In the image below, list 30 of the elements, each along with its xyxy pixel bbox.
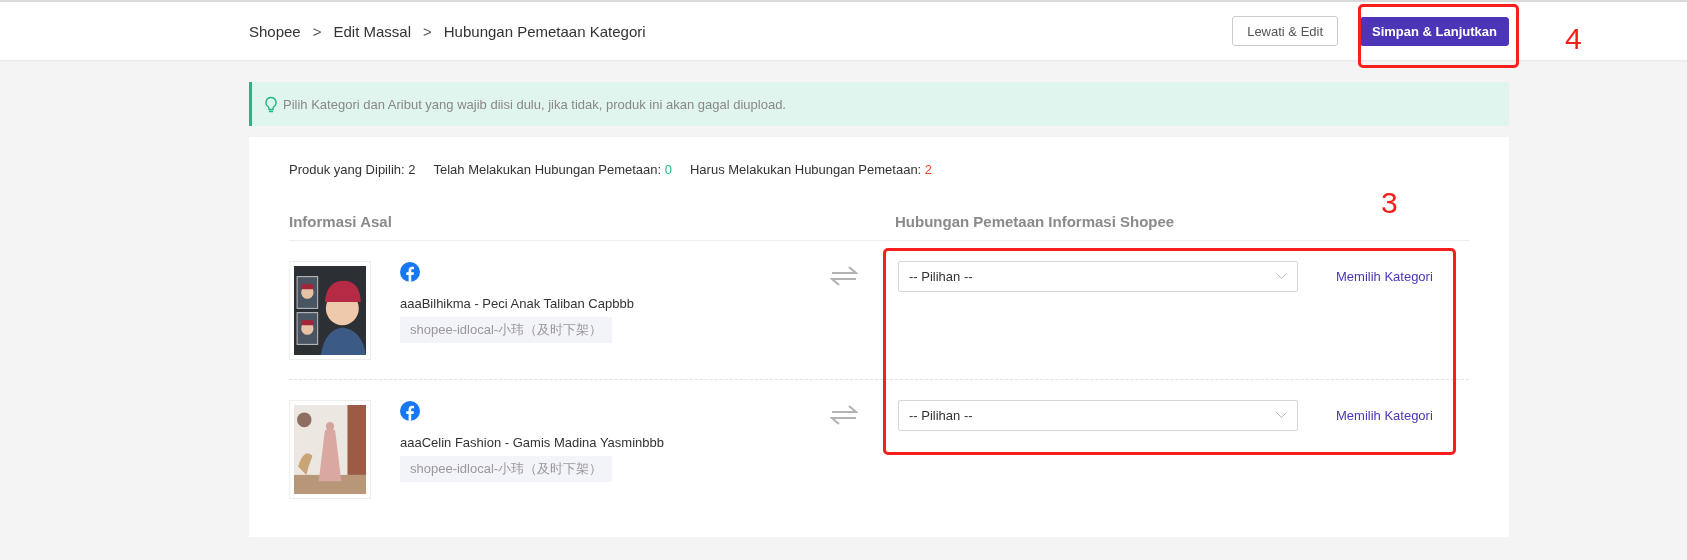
stat-text: Telah Melakukan Hubungan Pemetaan: 0 (433, 161, 672, 177)
store-tag: shopee-idlocal-小玮（及时下架） (400, 317, 613, 343)
swap-arrows-icon (830, 404, 858, 426)
lightbulb-icon (264, 95, 278, 113)
product-title: aaaBilhikma - Peci Anak Taliban Capbbb (400, 296, 635, 311)
breadcrumb-separator: > (312, 22, 322, 40)
select-category-link[interactable]: Memilih Kategori (1336, 269, 1433, 284)
skip-edit-button[interactable]: Lewati & Edit (1232, 16, 1339, 46)
store-tag: shopee-idlocal-小玮（及时下架） (400, 456, 613, 482)
product-title: aaaCelin Fashion - Gamis Madina Yasminbbb (400, 435, 665, 450)
category-select[interactable]: -- Pilihan -- (898, 261, 1298, 292)
chevron-down-icon (1276, 273, 1287, 280)
annotation-number: 4 (1565, 24, 1582, 54)
annotation-number: 3 (1381, 188, 1398, 218)
notice-text: Pilih Kategori dan Aribut yang wajib diisi dulu, jika tidak, produk ini akan gagal diupload. (283, 96, 786, 112)
facebook-icon (400, 262, 420, 282)
select-category-link[interactable]: Memilih Kategori (1336, 408, 1433, 423)
breadcrumb-item[interactable]: Shopee (249, 22, 301, 40)
breadcrumb-item[interactable]: Edit Massal (333, 22, 411, 40)
breadcrumb-item: Hubungan Pemetaan Kategori (443, 22, 646, 40)
stat-text: Produk yang Dipilih: 2 (289, 161, 416, 177)
swap-arrows-icon (830, 265, 858, 287)
column-heading: Hubungan Pemetaan Informasi Shopee (895, 213, 1175, 230)
breadcrumb-separator: > (423, 22, 432, 40)
column-heading: Informasi Asal (289, 213, 393, 230)
category-select[interactable]: -- Pilihan -- (898, 400, 1298, 431)
chevron-down-icon (1276, 412, 1287, 419)
facebook-icon (400, 401, 420, 421)
save-continue-button[interactable]: Simpan & Lanjutkan (1360, 16, 1509, 46)
stat-text: Harus Melakukan Hubungan Pemetaan: 2 (689, 161, 933, 177)
